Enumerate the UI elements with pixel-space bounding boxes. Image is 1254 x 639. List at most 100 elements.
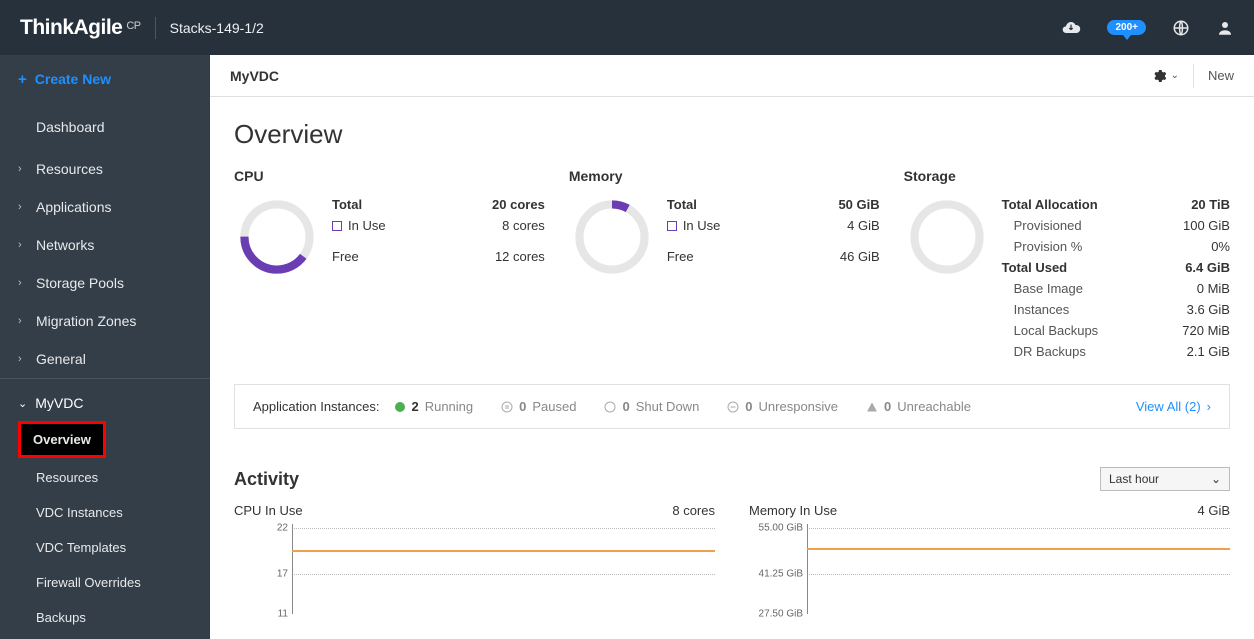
- sidebar-item-label: Storage Pools: [36, 275, 124, 291]
- sidebar: +Create New Dashboard ›Resources ›Applic…: [0, 55, 210, 639]
- sidebar-item-resources[interactable]: ›Resources: [0, 150, 210, 188]
- status-dot-green: [395, 402, 405, 412]
- sidebar-sub-firewall-overrides[interactable]: Firewall Overrides: [0, 565, 210, 600]
- storage-row-label: DR Backups: [1002, 344, 1086, 359]
- running-count: 2: [411, 399, 418, 414]
- sidebar-item-label: Migration Zones: [36, 313, 136, 329]
- notification-badge[interactable]: 200+: [1107, 20, 1146, 35]
- memory-free-value: 46 GiB: [840, 249, 880, 264]
- power-icon: [604, 401, 616, 413]
- stack-name[interactable]: Stacks-149-1/2: [170, 20, 264, 36]
- cpu-title: CPU: [234, 168, 545, 184]
- sidebar-item-label: VDC Instances: [36, 505, 123, 520]
- cpu-panel: CPU Total20 cores In Use8 cores Free12 c…: [234, 168, 545, 362]
- top-bar: ThinkAgileCP Stacks-149-1/2 200+: [0, 0, 1254, 55]
- warning-icon: [866, 401, 878, 413]
- pause-icon: [501, 401, 513, 413]
- instances-running[interactable]: 2 Running: [395, 399, 473, 414]
- sidebar-item-dashboard[interactable]: Dashboard: [0, 108, 210, 146]
- new-button[interactable]: New: [1208, 68, 1234, 83]
- running-label: Running: [425, 399, 473, 414]
- instances-unresponsive[interactable]: 0 Unresponsive: [727, 399, 838, 414]
- storage-row-value: 6.4 GiB: [1185, 260, 1230, 275]
- globe-icon[interactable]: [1172, 19, 1190, 37]
- cpu-in-use-label: In Use: [348, 218, 386, 233]
- sidebar-sub-user-access[interactable]: User Access: [0, 635, 210, 639]
- chevron-right-icon: ›: [18, 277, 28, 289]
- sidebar-sub-vdc-instances[interactable]: VDC Instances: [0, 495, 210, 530]
- sidebar-item-label: Applications: [36, 199, 112, 215]
- paused-count: 0: [519, 399, 526, 414]
- sidebar-item-storage-pools[interactable]: › Storage Pools: [0, 264, 210, 302]
- sidebar-item-general[interactable]: › General: [0, 340, 210, 378]
- sidebar-item-networks[interactable]: ›Networks: [0, 226, 210, 264]
- sidebar-item-label: VDC Templates: [36, 540, 126, 555]
- settings-dropdown[interactable]: ⌄: [1151, 64, 1194, 88]
- storage-row: Local Backups720 MiB: [1002, 320, 1230, 341]
- minus-circle-icon: [727, 401, 739, 413]
- sidebar-sub-resources[interactable]: Resources: [0, 460, 210, 495]
- sidebar-item-label: Networks: [36, 237, 94, 253]
- sidebar-item-label: Resources: [36, 161, 103, 177]
- storage-row: Base Image 0 MiB: [1002, 278, 1230, 299]
- sidebar-item-label: Resources: [36, 470, 98, 485]
- page-header: MyVDC ⌄ New: [210, 55, 1254, 97]
- cloud-download-icon[interactable]: [1061, 18, 1081, 38]
- highlight-box: Overview: [18, 421, 106, 458]
- overview-heading: Overview: [234, 119, 1230, 150]
- unreachable-count: 0: [884, 399, 891, 414]
- storage-row-label: Total Allocation: [1002, 197, 1098, 212]
- paused-label: Paused: [532, 399, 576, 414]
- storage-row: Provisioned100 GiB: [1002, 215, 1230, 236]
- y-tick: 41.25 GiB: [753, 569, 803, 580]
- memory-chart: Memory In Use4 GiB 55.00 GiB 41.25 GiB 2…: [749, 503, 1230, 614]
- storage-row-label: Provision %: [1002, 239, 1083, 254]
- cpu-chart-title: CPU In Use: [234, 503, 303, 518]
- chevron-down-icon: ⌄: [1171, 70, 1179, 81]
- storage-row: DR Backups2.1 GiB: [1002, 341, 1230, 362]
- y-tick: 17: [238, 569, 288, 580]
- time-range-select[interactable]: Last hour⌄: [1100, 467, 1230, 491]
- view-all-label: View All (2): [1136, 399, 1201, 414]
- y-tick: 22: [238, 523, 288, 534]
- chevron-down-icon: ⌄: [1211, 472, 1221, 486]
- create-new-label: Create New: [35, 71, 111, 87]
- instances-unreachable[interactable]: 0 Unreachable: [866, 399, 971, 414]
- divider: [155, 17, 156, 39]
- sidebar-item-myvdc[interactable]: ⌄MyVDC: [0, 387, 210, 419]
- page-title: MyVDC: [230, 68, 279, 84]
- shutdown-label: Shut Down: [636, 399, 700, 414]
- sidebar-item-migration-zones[interactable]: › Migration Zones: [0, 302, 210, 340]
- instances-paused[interactable]: 0 Paused: [501, 399, 576, 414]
- storage-row-value: 3.6 GiB: [1187, 302, 1230, 317]
- unresponsive-count: 0: [745, 399, 752, 414]
- unreachable-label: Unreachable: [897, 399, 971, 414]
- sidebar-sub-vdc-templates[interactable]: VDC Templates: [0, 530, 210, 565]
- sidebar-item-label: General: [36, 351, 86, 367]
- storage-row: Provision %0%: [1002, 236, 1230, 257]
- plus-icon: +: [18, 71, 27, 88]
- shutdown-count: 0: [622, 399, 629, 414]
- instances-shutdown[interactable]: 0 Shut Down: [604, 399, 699, 414]
- memory-in-use-value: 4 GiB: [847, 218, 880, 233]
- storage-row-label: Instances: [1002, 302, 1070, 317]
- chevron-right-icon: ›: [18, 353, 28, 365]
- user-icon[interactable]: [1216, 19, 1234, 37]
- chevron-right-icon: ›: [18, 315, 28, 327]
- storage-title: Storage: [904, 168, 1230, 184]
- cpu-in-use-value: 8 cores: [502, 218, 545, 233]
- storage-row-label: Base Image: [1002, 281, 1083, 296]
- sidebar-item-applications[interactable]: ›Applications: [0, 188, 210, 226]
- memory-chart-value: 4 GiB: [1197, 503, 1230, 518]
- sidebar-sub-overview[interactable]: Overview: [21, 424, 103, 455]
- view-all-link[interactable]: View All (2)›: [1136, 399, 1211, 414]
- y-tick: 55.00 GiB: [753, 523, 803, 534]
- create-new-button[interactable]: + Create New: [0, 55, 210, 104]
- unresponsive-label: Unresponsive: [759, 399, 839, 414]
- square-icon: [667, 221, 677, 231]
- sidebar-item-label: Dashboard: [36, 119, 105, 135]
- gear-icon: [1151, 68, 1167, 84]
- sidebar-sub-backups[interactable]: Backups: [0, 600, 210, 635]
- memory-donut: [569, 194, 659, 283]
- storage-row-value: 0 MiB: [1197, 281, 1230, 296]
